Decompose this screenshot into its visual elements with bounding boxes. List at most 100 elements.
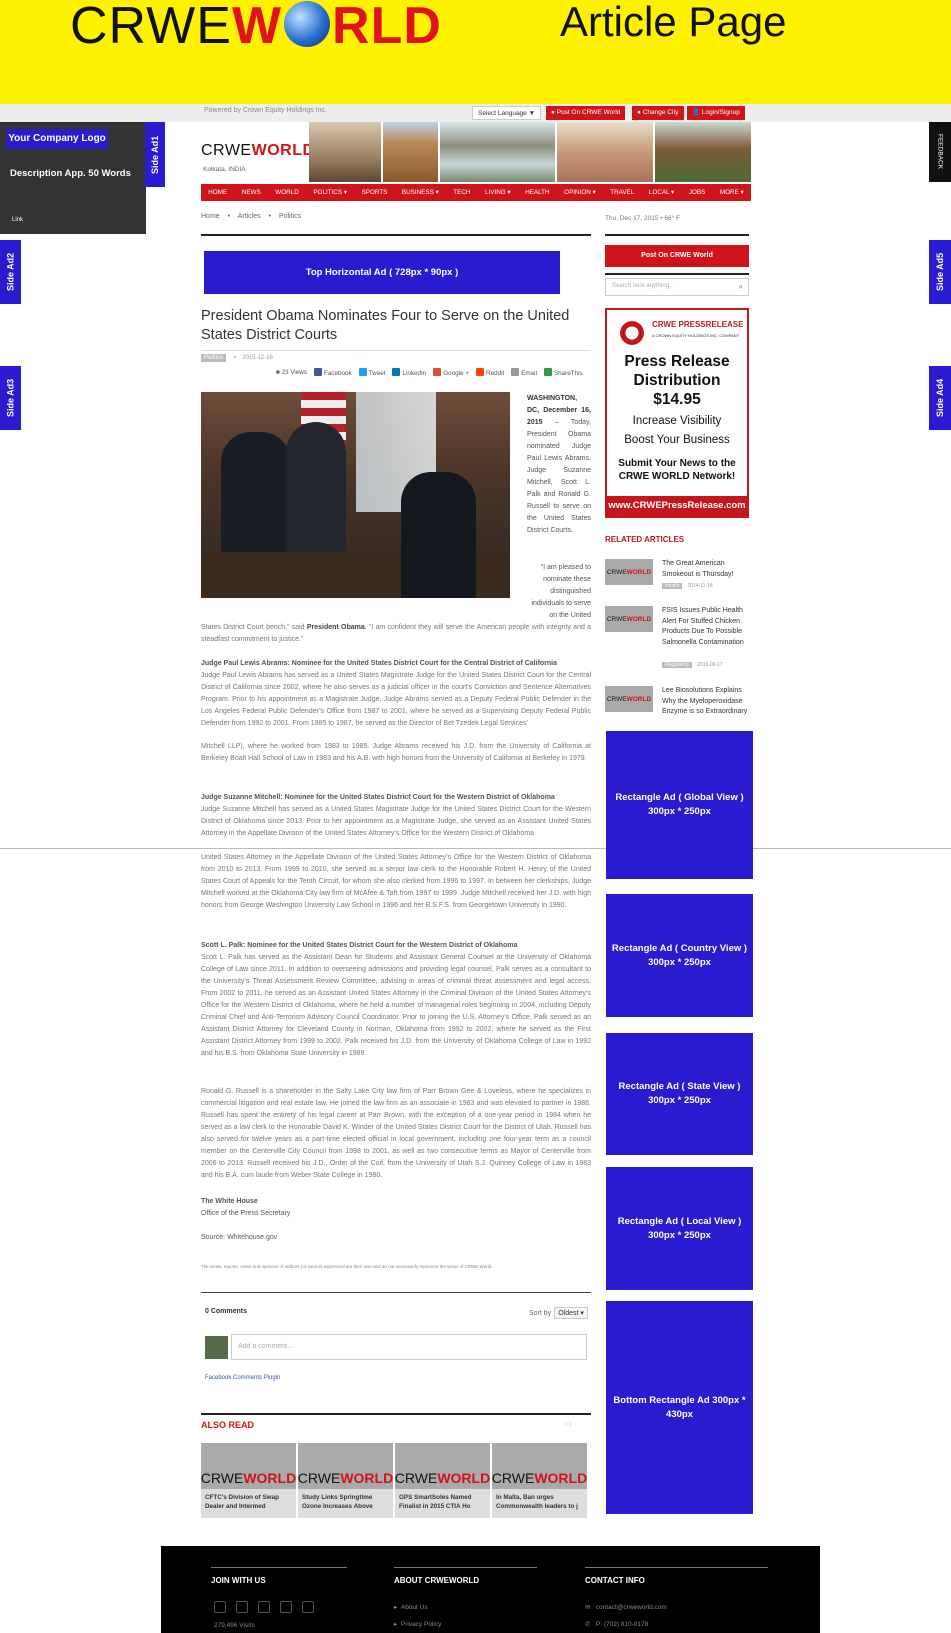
divider — [201, 1413, 591, 1415]
date-weather: Thu, Dec 17, 2015 • 66° F — [605, 215, 680, 222]
facebook-icon[interactable] — [236, 1601, 248, 1613]
site-header: CRWEWORLD Kolkata, INDIA — [201, 122, 751, 182]
header-photo-fort — [655, 122, 751, 182]
share-email[interactable]: Email — [511, 368, 537, 377]
breadcrumb-politics[interactable]: Politics — [279, 213, 301, 220]
sharethis-icon — [543, 368, 552, 376]
related-article[interactable]: CRWE WORLD The Great American Smokeout is… — [605, 559, 751, 595]
twitter-icon[interactable] — [214, 1601, 226, 1613]
nav-local[interactable]: LOCAL ▾ — [649, 189, 674, 196]
site-logo[interactable]: CRWEWORLD — [201, 142, 315, 160]
share-linkedin[interactable]: LinkedIn — [392, 368, 426, 377]
nav-home[interactable]: HOME — [208, 189, 227, 196]
nav-politics[interactable]: POLITICS ▾ — [313, 189, 347, 196]
instagram-icon[interactable] — [302, 1601, 314, 1613]
change-city-button[interactable]: ● Change City — [632, 106, 684, 120]
language-select[interactable]: Select Language ▼ — [472, 106, 542, 120]
pinterest-icon[interactable] — [280, 1601, 292, 1613]
screenshot-seam — [0, 848, 951, 849]
footer-about-heading: ABOUT CRWEWORLD — [394, 1576, 480, 1585]
comment-input[interactable]: Add a comment... — [231, 1334, 587, 1360]
footer-rule — [394, 1567, 537, 1568]
footer-about-link[interactable]: ▸ About Us — [394, 1603, 428, 1611]
breadcrumb-home[interactable]: Home — [201, 213, 220, 220]
email-icon — [511, 368, 520, 376]
google-plus-icon[interactable] — [258, 1601, 270, 1613]
company-logo-placeholder[interactable]: Your Company Logo — [6, 129, 108, 149]
nav-more[interactable]: MORE ▾ — [720, 189, 744, 196]
rectangle-ad-global[interactable]: Rectangle Ad ( Global View ) 300px * 250… — [606, 731, 753, 879]
category-badge[interactable]: Politics — [201, 354, 227, 362]
related-article[interactable]: CRWE WORLD FSIS Issues Public Health Aler… — [605, 606, 751, 670]
nav-world[interactable]: WORLD — [275, 189, 298, 196]
nav-living[interactable]: LIVING ▾ — [485, 189, 511, 196]
company-link[interactable]: Link — [12, 217, 23, 223]
article-source[interactable]: Source: Whitehouse.gov — [201, 1232, 591, 1244]
nav-business[interactable]: BUSINESS ▾ — [402, 189, 439, 196]
header-photo-temple — [383, 122, 438, 182]
linkedin-icon — [392, 368, 401, 376]
header-photo-building — [557, 122, 653, 182]
rectangle-ad-state[interactable]: Rectangle Ad ( State View ) 300px * 250p… — [606, 1033, 753, 1155]
views-count: ■ 23 Views — [276, 369, 307, 376]
nominee-mitchell-cont: United States Attorney in the Appellate … — [201, 854, 591, 909]
divider — [201, 1292, 591, 1293]
sort-select[interactable]: Oldest ▾ — [554, 1307, 588, 1319]
powered-by-text: Powered by Crown Equity Holdings Inc. — [204, 107, 327, 114]
breadcrumb-separator: • — [268, 213, 272, 220]
nominee-palk: Scott L. Palk: Nominee for the United St… — [201, 942, 591, 1057]
breadcrumb-articles[interactable]: Articles — [238, 213, 261, 220]
side-ad-2[interactable]: Side Ad2 — [0, 240, 21, 304]
feedback-tab[interactable]: FEEDBACK — [929, 122, 951, 182]
nav-jobs[interactable]: JOBS — [689, 189, 705, 196]
share-reddit[interactable]: Reddit — [476, 368, 504, 377]
footer-privacy-link[interactable]: ▸ Privacy Policy — [394, 1620, 441, 1628]
press-release-logo-icon — [617, 318, 647, 348]
divider — [605, 273, 749, 275]
rectangle-ad-country[interactable]: Rectangle Ad ( Country View ) 300px * 25… — [606, 894, 753, 1017]
rectangle-ad-local[interactable]: Rectangle Ad ( Local View ) 300px * 250p… — [606, 1167, 753, 1290]
nav-tech[interactable]: TECH — [453, 189, 470, 196]
side-ad-5[interactable]: Side Ad5 — [929, 240, 951, 304]
visit-counter: 279,496 Visits — [214, 1622, 255, 1629]
post-on-crwe-button[interactable]: ● Post On CRWE World — [546, 106, 626, 120]
company-description: Description App. 50 Words — [10, 168, 131, 179]
article-signature: The White House Office of the Press Secre… — [201, 1198, 291, 1217]
share-facebook[interactable]: Facebook — [314, 368, 352, 377]
footer — [161, 1546, 820, 1633]
also-read-card[interactable]: CRWE WORLD GPS SmartSoles Named Finalist i… — [395, 1443, 490, 1518]
side-ad-3[interactable]: Side Ad3 — [0, 366, 21, 430]
side-ad-1[interactable]: Side Ad1 — [145, 122, 165, 187]
article-quote: “I am pleased to nominate these distingu… — [531, 564, 591, 619]
envelope-icon: ✉ — [585, 1604, 591, 1611]
share-twitter[interactable]: Tweet — [358, 368, 385, 377]
also-read-heading: ALSO READ — [201, 1420, 255, 1430]
nav-health[interactable]: HEALTH — [525, 189, 549, 196]
press-release-ad[interactable]: CRWE PRESSRELEASE A CROWN EQUITY HOLDING… — [605, 308, 749, 518]
search-icon[interactable]: ⌕ — [739, 282, 743, 292]
nav-travel[interactable]: TRAVEL — [610, 189, 634, 196]
nav-sports[interactable]: SPORTS — [362, 189, 388, 196]
also-read-card[interactable]: CRWE WORLD CFTC's Division of Swap Dealer … — [201, 1443, 296, 1518]
nav-news[interactable]: NEWS — [242, 189, 261, 196]
footer-email[interactable]: ✉ contact@crweworld.com — [585, 1603, 667, 1611]
facebook-icon — [314, 368, 322, 376]
sidebar-post-button[interactable]: Post On CRWE World — [605, 245, 749, 267]
facebook-comments-plugin-link[interactable]: Facebook Comments Plugin — [205, 1375, 280, 1381]
also-read-pager[interactable]: ‹ › — [565, 1421, 572, 1428]
top-horizontal-ad[interactable]: Top Horizontal Ad ( 728px * 90px ) — [204, 251, 560, 294]
related-article[interactable]: CRWE WORLD Lee Biosolutions Explains Why … — [605, 686, 751, 730]
crweworld-thumb-logo: CRWE WORLD — [605, 559, 653, 585]
article-intro: WASHINGTON, DC, December 16, 2015 – Toda… — [527, 395, 591, 534]
login-signup-button[interactable]: 👤 Login/Signup — [687, 106, 745, 120]
bottom-rectangle-ad[interactable]: Bottom Rectangle Ad 300px * 430px — [606, 1301, 753, 1514]
also-read-card[interactable]: CRWE WORLD In Malta, Ban urges Commonwealt… — [492, 1443, 587, 1518]
crweworld-thumb-logo: CRWE WORLD — [605, 686, 653, 712]
share-google-plus[interactable]: Google + — [433, 368, 469, 377]
also-read-card[interactable]: CRWE WORLD Study Links Springtime Ozone In… — [298, 1443, 393, 1518]
nav-opinion[interactable]: OPINION ▾ — [564, 189, 596, 196]
share-sharethis[interactable]: ShareThis — [543, 368, 583, 377]
side-ad-4[interactable]: Side Ad4 — [929, 366, 951, 430]
article-title: President Obama Nominates Four to Serve … — [201, 308, 570, 343]
search-input[interactable]: Search here anything... ⌕ — [605, 278, 749, 296]
